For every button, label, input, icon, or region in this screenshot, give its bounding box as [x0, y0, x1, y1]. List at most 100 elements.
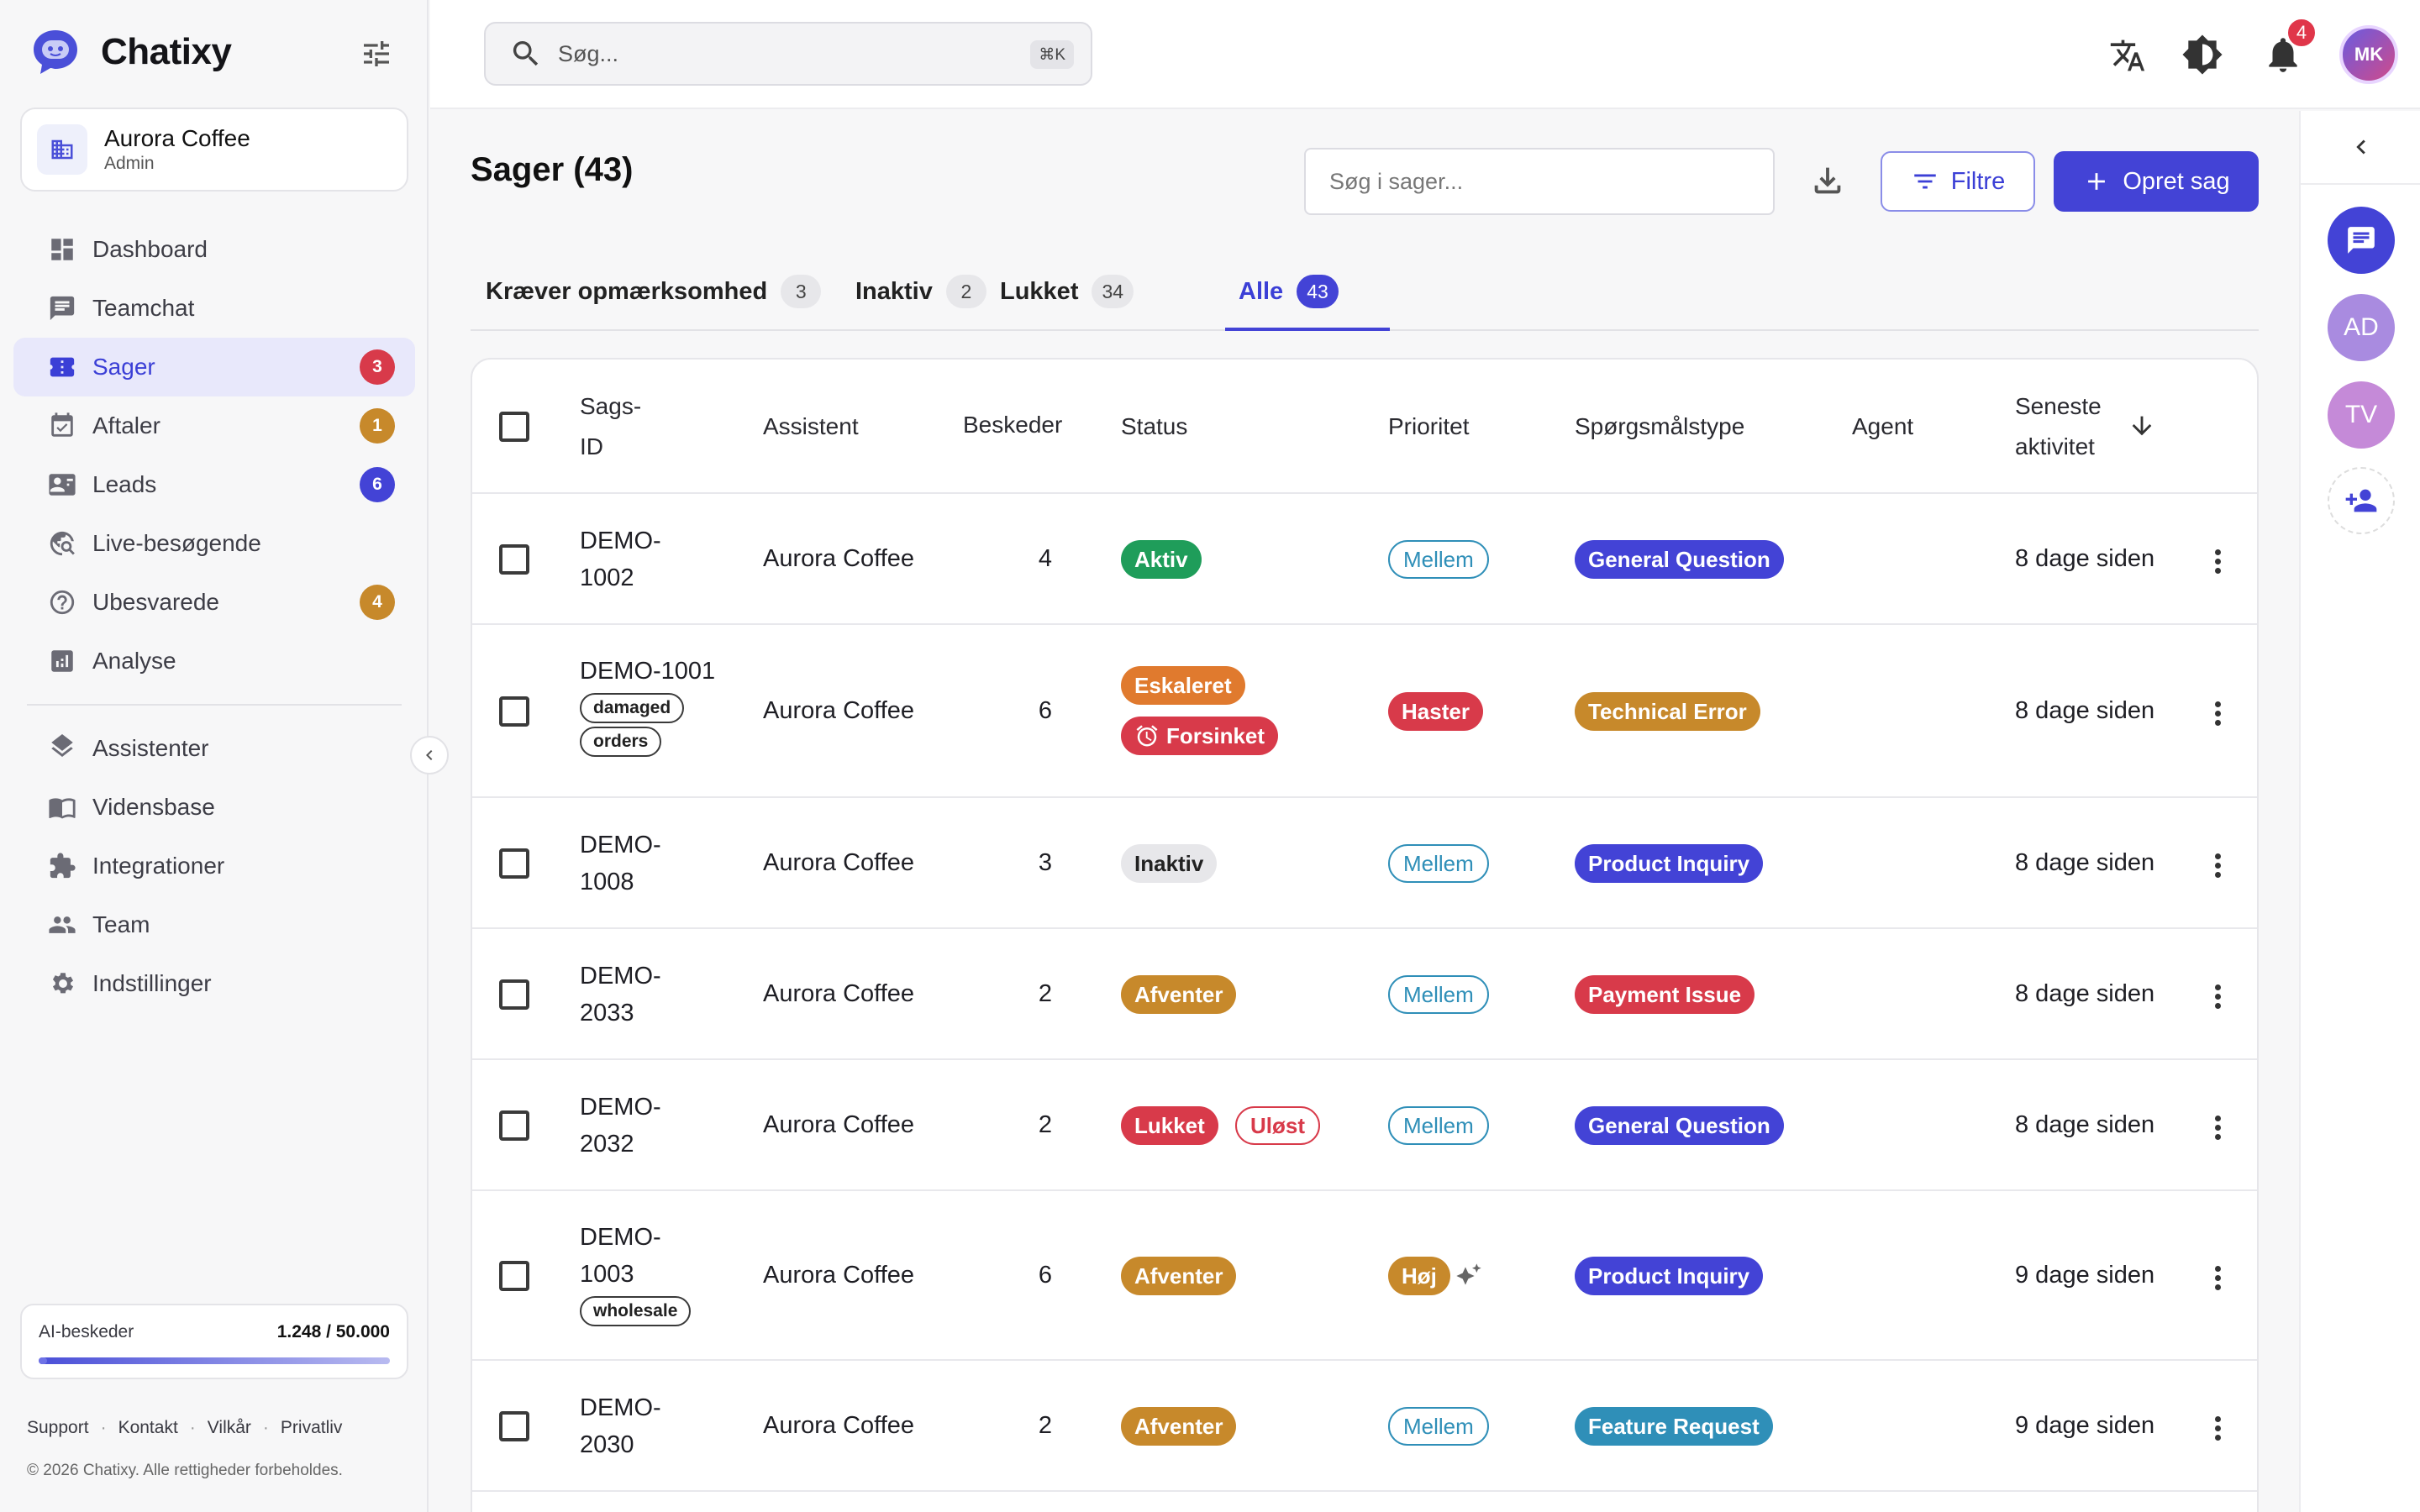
app-logo[interactable]: Chatixy	[30, 27, 232, 77]
sidebar-item-label: Vidensbase	[92, 794, 215, 820]
header-case-id[interactable]: Sags- ID	[580, 386, 641, 467]
sidebar-item-assistenter[interactable]: Assistenter	[13, 719, 415, 778]
row-checkbox[interactable]	[499, 979, 529, 1010]
row-checkbox[interactable]	[499, 1411, 529, 1441]
select-all-checkbox[interactable]	[499, 412, 529, 442]
sidebar-item-teamchat[interactable]: Teamchat	[13, 279, 415, 338]
case-id[interactable]: DEMO- 2030	[580, 1389, 661, 1463]
table-row[interactable]: DEMO- 2030 Aurora Coffee 2 Afventer Mellem Fea…	[472, 1361, 2257, 1492]
add-member-button[interactable]	[2328, 467, 2395, 534]
sidebar-item-vidensbase[interactable]: Vidensbase	[13, 778, 415, 837]
sidebar-item-sager[interactable]: Sager 3	[13, 338, 415, 396]
question-type-pill: General Question	[1575, 1106, 1784, 1145]
header-assistant[interactable]: Assistent	[763, 407, 859, 447]
footer-link[interactable]: Vilkår	[208, 1418, 251, 1438]
case-id[interactable]: DEMO- 1008	[580, 827, 661, 900]
status-label: Afventer	[1134, 1413, 1223, 1439]
table-row[interactable]: DEMO- 1003 wholesale Aurora Coffee 6 Afventer…	[472, 1191, 2257, 1361]
table-row[interactable]: DEMO- 2033 Aurora Coffee 2 Afventer Mellem Pay…	[472, 929, 2257, 1060]
header-activity-line2: aktivitet	[2015, 433, 2095, 459]
case-id[interactable]: DEMO- 2033	[580, 958, 661, 1032]
header-agent[interactable]: Agent	[1852, 407, 1913, 447]
org-switcher[interactable]: Aurora Coffee Admin	[20, 108, 408, 192]
row-checkbox[interactable]	[499, 696, 529, 727]
table-row[interactable]: DEMO-1001 damaged orders Aurora Coffee 6 Eska…	[472, 625, 2257, 798]
chat-panel-button[interactable]	[2328, 207, 2395, 274]
chat-icon	[2348, 227, 2375, 254]
collapse-sidebar-button[interactable]	[410, 736, 449, 774]
sort-desc-icon[interactable]	[2128, 412, 2156, 440]
tab-inaktiv[interactable]: Inaktiv 2	[855, 252, 986, 331]
question-type-pill: Feature Request	[1575, 1407, 1773, 1446]
sidebar-item-label: Teamchat	[92, 295, 195, 321]
activity-cell: 8 dage siden	[2015, 849, 2155, 876]
download-icon[interactable]	[1808, 161, 1847, 200]
row-checkbox[interactable]	[499, 1110, 529, 1141]
assistant-cell: Aurora Coffee	[763, 697, 915, 724]
app-name: Chatixy	[101, 31, 232, 72]
rail-collapse-button[interactable]	[2301, 111, 2420, 185]
create-case-button[interactable]: Opret sag	[2054, 151, 2259, 212]
footer-separator: ·	[100, 1418, 107, 1437]
sidebar-item-analyse[interactable]: Analyse	[13, 632, 415, 690]
sidebar-item-team[interactable]: Team	[13, 895, 415, 954]
sidebar-item-ubesvarede[interactable]: Ubesvarede 4	[13, 573, 415, 632]
header-messages[interactable]: Beskeder	[963, 405, 1062, 445]
case-id[interactable]: DEMO- 2032	[580, 1089, 661, 1163]
cases-search-input[interactable]: Søg i sager...	[1304, 148, 1775, 215]
sidebar-item-dashboard[interactable]: Dashboard	[13, 220, 415, 279]
case-id[interactable]: DEMO-1001 damaged orders	[580, 653, 715, 757]
global-search-input[interactable]: Søg... ⌘K	[484, 22, 1092, 86]
table-row[interactable]: DEMO- 1008 Aurora Coffee 3 Inaktiv Mellem Prod…	[472, 798, 2257, 929]
filter-button[interactable]: Filtre	[1881, 151, 2035, 212]
row-checkbox[interactable]	[499, 848, 529, 879]
messages-cell: 2	[1038, 1412, 1052, 1439]
question-type-label: Feature Request	[1588, 1413, 1760, 1439]
row-menu-icon[interactable]	[2213, 1112, 2222, 1143]
row-checkbox[interactable]	[499, 1261, 529, 1291]
sidebar-item-integrationer[interactable]: Integrationer	[13, 837, 415, 895]
brightness-icon[interactable]	[2181, 34, 2223, 76]
plus-icon	[2088, 173, 2106, 190]
sidebar-item-indstillinger[interactable]: Indstillinger	[13, 954, 415, 1013]
table-row[interactable]: DEMO- 2032 Aurora Coffee 2 Lukket Uløst Mellem…	[472, 1060, 2257, 1191]
table-row[interactable]: DEMO- 1002 Aurora Coffee 4 Aktiv Mellem Genera…	[472, 494, 2257, 625]
header-case-id-line1: Sags-	[580, 393, 642, 419]
footer-link[interactable]: Privatliv	[281, 1418, 343, 1438]
row-menu-icon[interactable]	[2213, 981, 2222, 1012]
sidebar-item-live-besøgende[interactable]: Live-besøgende	[13, 514, 415, 573]
priority-label: Mellem	[1403, 1112, 1474, 1138]
row-checkbox[interactable]	[499, 544, 529, 575]
case-id[interactable]: DEMO- 1002	[580, 522, 661, 596]
tab-alle[interactable]: Alle 43	[1239, 252, 1339, 331]
priority-pill: Mellem	[1388, 844, 1489, 883]
footer-link[interactable]: Kontakt	[118, 1418, 178, 1438]
row-menu-icon[interactable]	[2213, 698, 2222, 729]
tab-kræver-opmærksomhed[interactable]: Kræver opmærksomhed 3	[486, 252, 822, 331]
tune-icon[interactable]	[360, 37, 393, 71]
row-menu-icon[interactable]	[2213, 1263, 2222, 1294]
rail-member-avatar[interactable]: TV	[2328, 381, 2395, 449]
ai-usage-fill	[39, 1357, 48, 1364]
sidebar-item-leads[interactable]: Leads 6	[13, 455, 415, 514]
row-menu-icon[interactable]	[2213, 1413, 2222, 1444]
case-id[interactable]: DEMO- 1003 wholesale	[580, 1219, 692, 1326]
user-avatar[interactable]: MK	[2339, 25, 2398, 84]
building-icon	[37, 124, 87, 175]
rail-member-avatar[interactable]: AD	[2328, 294, 2395, 361]
row-menu-icon[interactable]	[2213, 850, 2222, 881]
header-priority[interactable]: Prioritet	[1388, 407, 1469, 447]
header-question-type[interactable]: Spørgsmålstype	[1575, 407, 1744, 447]
tab-lukket[interactable]: Lukket 34	[1000, 252, 1134, 331]
row-menu-icon[interactable]	[2213, 546, 2222, 577]
people-icon	[47, 910, 77, 940]
tag-wrap: damaged	[580, 690, 715, 723]
header-status[interactable]: Status	[1121, 407, 1187, 447]
header-latest-activity[interactable]: Seneste aktivitet	[2015, 386, 2102, 467]
activity-cell: 8 dage siden	[2015, 697, 2155, 724]
book-icon	[47, 792, 77, 822]
case-id-line1: DEMO-	[580, 528, 661, 554]
sidebar-item-aftaler[interactable]: Aftaler 1	[13, 396, 415, 455]
translate-icon[interactable]	[2109, 37, 2146, 74]
footer-link[interactable]: Support	[27, 1418, 89, 1438]
